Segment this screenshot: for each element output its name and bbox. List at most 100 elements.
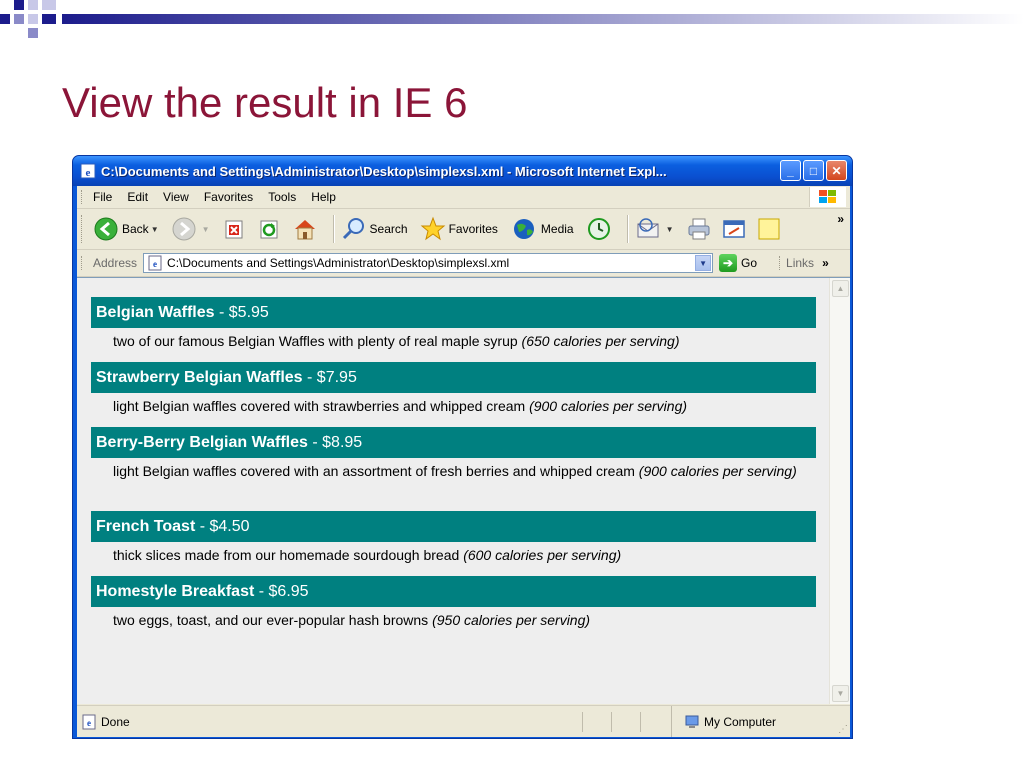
menu-help[interactable]: Help: [311, 190, 336, 204]
banner-bar: [62, 14, 1024, 24]
window-title: C:\Documents and Settings\Administrator\…: [101, 163, 667, 179]
search-icon: [341, 216, 367, 242]
media-globe-icon: [512, 216, 538, 242]
food-price: - $7.95: [302, 369, 357, 386]
back-dropdown-icon[interactable]: ▼: [151, 225, 159, 234]
menu-tools[interactable]: Tools: [268, 190, 296, 204]
menu-file[interactable]: File: [93, 190, 112, 204]
slide-title: View the result in IE 6: [62, 79, 468, 126]
close-button[interactable]: ✕: [826, 160, 847, 181]
history-icon: [586, 216, 612, 242]
refresh-button[interactable]: [257, 216, 286, 242]
home-button[interactable]: [292, 216, 321, 242]
standard-toolbar: Back ▼ ▼ Search Favorites Media ▼ »: [77, 209, 850, 250]
window-controls: _ □ ✕: [780, 160, 847, 181]
minimize-button[interactable]: _: [780, 160, 801, 181]
forward-arrow-icon: [171, 216, 197, 242]
food-description-text: light Belgian waffles covered with straw…: [113, 398, 530, 414]
food-name: Strawberry Belgian Waffles: [96, 369, 303, 386]
resize-grip-icon[interactable]: ⋰: [838, 724, 848, 735]
banner-square: [14, 0, 24, 10]
search-button[interactable]: Search: [341, 216, 408, 242]
grip-handle[interactable]: [81, 256, 85, 270]
media-button[interactable]: Media: [512, 216, 574, 242]
refresh-icon: [257, 216, 283, 242]
zone-label: My Computer: [704, 714, 777, 729]
messenger-button[interactable]: [756, 216, 785, 242]
svg-text:e: e: [86, 167, 91, 179]
food-description: two of our famous Belgian Waffles with p…: [113, 332, 803, 350]
toolbar-overflow-chevron[interactable]: »: [837, 212, 844, 226]
status-bar: e Done My Computer ⋰: [77, 705, 850, 737]
maximize-button[interactable]: □: [803, 160, 824, 181]
food-header: Strawberry Belgian Waffles - $7.95: [91, 362, 816, 393]
banner-square: [0, 14, 10, 24]
food-description-text: two eggs, toast, and our ever-popular ha…: [113, 612, 433, 628]
mail-button[interactable]: ▼: [635, 216, 680, 242]
chevron-down-icon: ▼: [836, 689, 845, 698]
favorites-button[interactable]: Favorites: [420, 216, 498, 242]
printer-icon: [686, 216, 712, 242]
back-label: Back: [122, 222, 149, 236]
food-price: - $8.95: [307, 434, 363, 451]
back-button[interactable]: Back ▼: [93, 216, 165, 242]
food-header: Berry-Berry Belgian Waffles - $8.95: [91, 427, 816, 458]
favorites-label: Favorites: [448, 222, 498, 236]
ie-window: e C:\Documents and Settings\Administrato…: [72, 155, 853, 739]
scroll-down-button[interactable]: ▼: [832, 685, 849, 702]
star-icon: [420, 216, 446, 242]
print-button[interactable]: [686, 216, 715, 242]
status-pane: [611, 712, 640, 732]
food-price: - $4.50: [195, 518, 250, 535]
edit-button[interactable]: [721, 216, 750, 242]
title-bar[interactable]: e C:\Documents and Settings\Administrato…: [73, 156, 852, 186]
forward-button[interactable]: ▼: [171, 216, 216, 242]
menu-edit[interactable]: Edit: [127, 190, 148, 204]
address-dropdown-icon[interactable]: ▼: [695, 255, 712, 271]
food-description: two eggs, toast, and our ever-popular ha…: [113, 611, 803, 629]
food-item: Homestyle Breakfast - $6.95 two eggs, to…: [91, 576, 816, 629]
address-field[interactable]: e C:\Documents and Settings\Administrato…: [143, 253, 714, 273]
grip-handle[interactable]: [81, 215, 85, 243]
mail-dropdown-icon[interactable]: ▼: [666, 225, 674, 234]
forward-dropdown-icon[interactable]: ▼: [202, 225, 210, 234]
food-description: light Belgian waffles covered with straw…: [113, 397, 803, 415]
links-overflow-chevron[interactable]: »: [822, 256, 829, 270]
menu-favorites[interactable]: Favorites: [204, 190, 253, 204]
status-panes: [582, 712, 669, 732]
go-label: Go: [741, 256, 758, 270]
close-icon: ✕: [831, 163, 842, 178]
page-viewport: Belgian Waffles - $5.95 two of our famou…: [77, 277, 850, 704]
address-bar: Address e C:\Documents and Settings\Admi…: [77, 250, 850, 277]
address-label: Address: [93, 256, 138, 270]
food-item: Belgian Waffles - $5.95 two of our famou…: [91, 297, 816, 350]
banner-square: [42, 14, 56, 24]
go-button[interactable]: ➔ Go: [719, 254, 757, 272]
menu-view[interactable]: View: [163, 190, 189, 204]
menu-bar: File Edit View Favorites Tools Help: [77, 186, 850, 209]
stop-icon: [222, 216, 248, 242]
ie-icon: e: [80, 163, 96, 179]
food-name: Berry-Berry Belgian Waffles: [96, 434, 308, 451]
mail-icon: [635, 216, 661, 242]
toolbar-separator: [626, 215, 629, 243]
svg-text:e: e: [87, 718, 91, 728]
food-header: Homestyle Breakfast - $6.95: [91, 576, 816, 607]
food-price: - $6.95: [254, 583, 309, 600]
food-name: Homestyle Breakfast: [96, 583, 255, 600]
vertical-scrollbar[interactable]: ▲ ▼: [829, 278, 850, 704]
history-button[interactable]: [586, 216, 615, 242]
links-button[interactable]: Links: [779, 256, 814, 270]
scroll-up-button[interactable]: ▲: [832, 280, 849, 297]
food-header: Belgian Waffles - $5.95: [91, 297, 816, 328]
address-value: C:\Documents and Settings\Administrator\…: [167, 256, 510, 270]
media-label: Media: [540, 222, 574, 236]
food-description-text: thick slices made from our homemade sour…: [113, 547, 464, 563]
food-calories: (650 calories per serving): [521, 333, 680, 349]
grip-handle[interactable]: [81, 190, 85, 204]
stop-button[interactable]: [222, 216, 251, 242]
ie-body: File Edit View Favorites Tools Help Back…: [77, 186, 850, 737]
slide-banner: [0, 0, 1024, 42]
toolbar-separator: [332, 215, 335, 243]
food-header: French Toast - $4.50: [91, 511, 816, 542]
